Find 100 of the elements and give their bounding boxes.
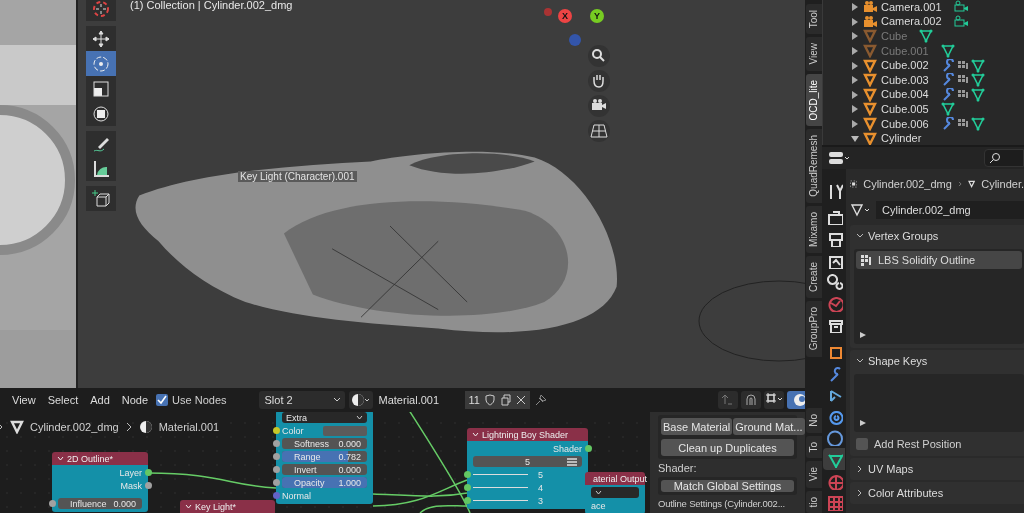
mesh-browse-button[interactable]: [850, 203, 872, 218]
sidebar-tab[interactable]: Mixamo: [805, 206, 822, 254]
annotate-tool-button[interactable]: [86, 131, 116, 156]
node-socket[interactable]: [272, 453, 280, 460]
node-socket[interactable]: [272, 492, 280, 499]
number-field[interactable]: Softness 0.000: [282, 438, 367, 449]
mesh-icon: [863, 102, 877, 117]
checkbox[interactable]: [856, 438, 868, 451]
measure-tool-button[interactable]: [86, 156, 116, 181]
camera-icon: [863, 0, 877, 15]
node-socket[interactable]: [144, 469, 152, 476]
number-field[interactable]: 5: [473, 456, 582, 467]
menu-item[interactable]: View: [8, 394, 40, 406]
node-socket[interactable]: [584, 445, 592, 452]
perspective-button[interactable]: [588, 120, 610, 142]
menu-item[interactable]: Add: [86, 394, 114, 406]
user-count[interactable]: 11: [468, 394, 480, 406]
editor-type-button[interactable]: [828, 151, 850, 166]
z-axis-icon: [569, 34, 581, 46]
node-socket[interactable]: [272, 427, 280, 434]
cursor-tool-button[interactable]: [86, 0, 116, 21]
expand-arrow-icon[interactable]: [851, 3, 859, 12]
y-axis-handle[interactable]: Y: [590, 9, 604, 23]
node-header[interactable]: 2D Outline*: [52, 452, 148, 465]
parent-node-button[interactable]: [718, 391, 738, 409]
slot-dropdown[interactable]: Slot 2: [258, 391, 345, 409]
expand-arrow-icon[interactable]: [851, 17, 859, 26]
expand-arrow-icon[interactable]: [851, 120, 859, 129]
sidebar-tab[interactable]: Create: [805, 256, 822, 299]
sidebar-tab[interactable]: View: [805, 37, 822, 71]
overlay-icon: [792, 392, 805, 408]
sidebar-tab[interactable]: GroupPro: [805, 301, 822, 357]
add-cube-tool-button[interactable]: [86, 186, 116, 211]
panel-header[interactable]: UV Maps: [850, 458, 1024, 481]
menu-item[interactable]: Node: [117, 394, 153, 406]
sidebar-tab[interactable]: tio: [805, 490, 822, 513]
menu-item[interactable]: Select: [43, 394, 83, 406]
mesh-icon: [863, 44, 877, 59]
node-socket[interactable]: [463, 484, 471, 491]
socket-label: Color: [282, 425, 304, 436]
object-name[interactable]: Camera.001: [881, 0, 942, 14]
object-name[interactable]: Cube.005: [881, 102, 929, 116]
scale-tool-button[interactable]: [86, 76, 116, 101]
zoom-button[interactable]: [588, 45, 610, 67]
slider-field[interactable]: Opacity 1.000: [282, 477, 367, 488]
action-button[interactable]: Base Material: [661, 418, 733, 435]
action-button[interactable]: Ground Mat...: [733, 418, 805, 435]
resize-handle-icon: [860, 420, 866, 427]
x-axis-handle[interactable]: X: [558, 9, 572, 23]
snap-button[interactable]: [741, 391, 761, 409]
panel-header[interactable]: Vertex Groups: [850, 225, 1024, 248]
sidebar-tab[interactable]: Tool: [805, 4, 822, 35]
sidebar-tab[interactable]: No: [805, 408, 822, 433]
object-name[interactable]: Cube.003: [881, 73, 929, 87]
expand-arrow-icon[interactable]: [851, 76, 859, 85]
search-field[interactable]: [984, 149, 1024, 168]
object-name[interactable]: Camera.002: [881, 15, 942, 29]
node-header[interactable]: aterial Output: [585, 472, 645, 485]
list-item[interactable]: LBS Solidify Outline: [856, 251, 1022, 270]
panel-header[interactable]: Color Attributes: [850, 482, 1024, 505]
light-label: Key Light (Character).001: [238, 171, 357, 182]
expand-arrow-icon[interactable]: [851, 105, 859, 114]
object-name[interactable]: Cube.006: [881, 117, 929, 131]
expand-arrow-icon[interactable]: [851, 61, 859, 70]
section-label: Shader:: [658, 462, 698, 474]
number-field[interactable]: Invert 0.000: [282, 464, 367, 475]
node-socket[interactable]: [463, 471, 471, 478]
move-tool-button[interactable]: [86, 26, 116, 51]
action-button[interactable]: Clean up Duplicates: [661, 439, 794, 456]
node-socket[interactable]: [272, 479, 280, 486]
snap-mode-button[interactable]: [764, 391, 784, 409]
node-header[interactable]: Key Light*: [180, 500, 275, 513]
dropdown[interactable]: Extra: [282, 412, 367, 423]
sidebar-tab[interactable]: To: [805, 435, 822, 459]
camera-view-button[interactable]: [588, 95, 610, 117]
panel-header[interactable]: Shape Keys: [850, 350, 1024, 373]
transform-tool-button[interactable]: [86, 101, 116, 126]
node-header[interactable]: Lightning Boy Shader: [467, 428, 588, 441]
data-tab[interactable]: [823, 448, 845, 470]
node-socket[interactable]: [144, 482, 152, 489]
collapse-arrow-icon[interactable]: [851, 134, 859, 143]
object-name[interactable]: Cylinder: [881, 132, 922, 146]
node-socket[interactable]: [272, 466, 280, 473]
object-name[interactable]: Cube.002: [881, 59, 929, 73]
expand-arrow-icon[interactable]: [851, 90, 859, 99]
node-socket[interactable]: [463, 497, 471, 504]
sidebar-tab[interactable]: OCD_lite: [805, 73, 822, 127]
checkbox[interactable]: [156, 394, 169, 406]
chevron-down-icon: [332, 397, 341, 403]
sidebar-tab[interactable]: QuadRemesh: [805, 129, 822, 204]
match-settings-button[interactable]: Match Global Settings: [661, 480, 794, 492]
color-swatch[interactable]: [323, 425, 367, 436]
object-name[interactable]: Cube.004: [881, 88, 929, 102]
node-socket[interactable]: [272, 440, 280, 447]
mesh-name-field[interactable]: Cylinder.002_dmg: [876, 201, 1024, 220]
node-socket[interactable]: [48, 500, 56, 507]
number-field[interactable]: Influence 0.000: [58, 498, 142, 509]
sidebar-tab[interactable]: Vie: [805, 461, 822, 488]
pan-button[interactable]: [588, 70, 610, 92]
material-browse-button[interactable]: [348, 391, 373, 409]
